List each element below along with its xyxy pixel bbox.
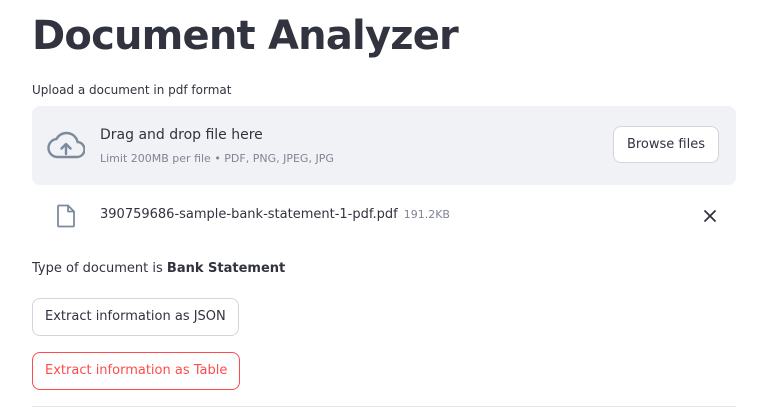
extract-table-button[interactable]: Extract information as Table: [32, 352, 241, 390]
extract-json-button[interactable]: Extract information as JSON: [32, 298, 239, 336]
file-size: 191.2KB: [403, 208, 450, 221]
divider: [32, 406, 736, 407]
page-title: Document Analyzer: [32, 13, 459, 59]
uploaded-file-name: 390759686-sample-bank-statement-1-pdf.pd…: [100, 206, 450, 224]
dropzone-limit-text: Limit 200MB per file • PDF, PNG, JPEG, J…: [100, 152, 334, 165]
close-icon[interactable]: [702, 208, 718, 224]
dropzone-title: Drag and drop file here: [100, 127, 263, 143]
uploaded-file-row: 390759686-sample-bank-statement-1-pdf.pd…: [32, 196, 736, 236]
cloud-upload-icon: [47, 131, 85, 159]
upload-label: Upload a document in pdf format: [32, 83, 232, 97]
file-name-text: 390759686-sample-bank-statement-1-pdf.pd…: [100, 207, 398, 222]
document-type-value: Bank Statement: [166, 261, 286, 276]
browse-files-button[interactable]: Browse files: [612, 126, 719, 163]
file-dropzone[interactable]: Drag and drop file here Limit 200MB per …: [32, 106, 736, 185]
file-icon: [57, 204, 75, 228]
document-type-prefix: Type of document is: [32, 261, 167, 276]
document-type-text: Type of document is Bank Statement: [32, 259, 285, 279]
